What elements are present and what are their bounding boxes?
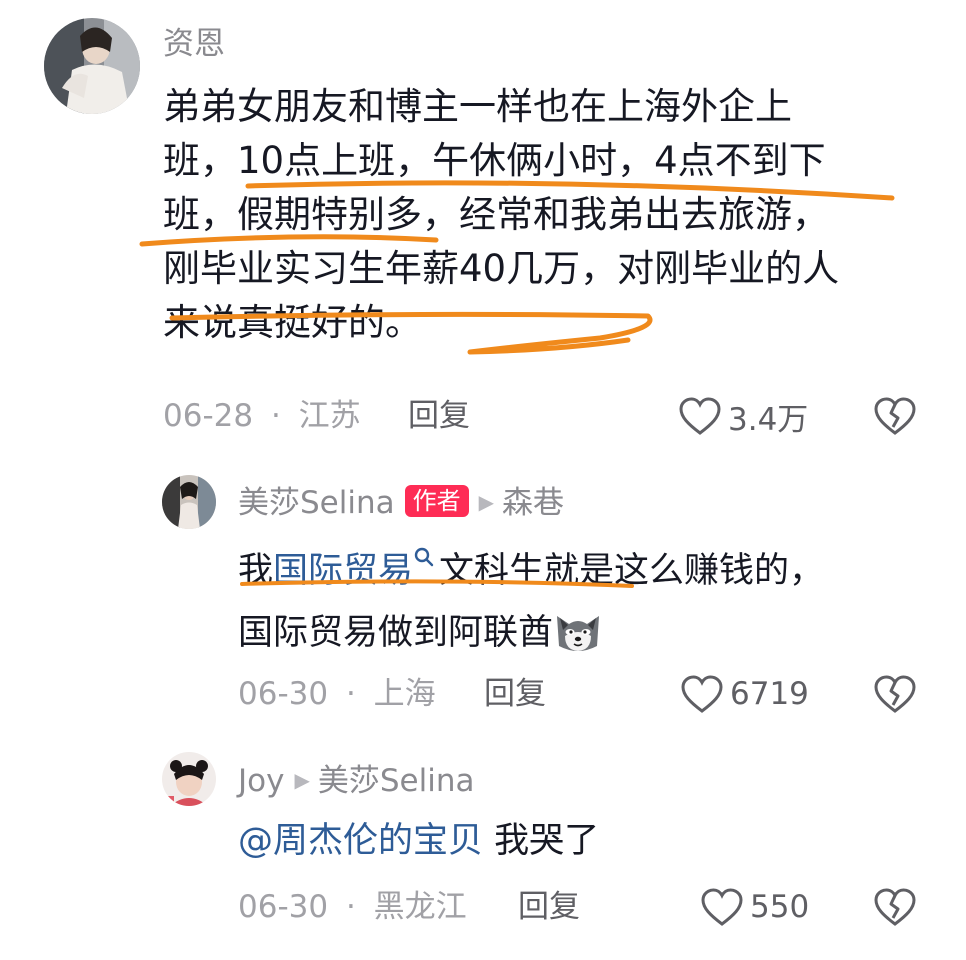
avatar-photo bbox=[162, 752, 216, 806]
search-keyword-link[interactable]: 国际贸易 bbox=[273, 551, 413, 591]
like-button[interactable]: 550 bbox=[700, 885, 809, 929]
wolf-dog-emoji bbox=[557, 616, 600, 651]
reply-button[interactable]: 回复 bbox=[518, 887, 580, 927]
dislike-button[interactable] bbox=[873, 396, 917, 440]
mention-link[interactable]: @周杰伦的宝贝 bbox=[238, 821, 483, 861]
avatar[interactable] bbox=[162, 475, 216, 529]
comment-meta: 06-28 · 江苏 bbox=[163, 396, 361, 436]
like-button[interactable]: 3.4万 bbox=[678, 394, 808, 438]
comment-text-line: 弟弟女朋友和博主一样也在上海外企上 bbox=[163, 85, 792, 128]
meta-separator: · bbox=[270, 398, 281, 434]
play-arrow-icon: ▶ bbox=[478, 490, 495, 514]
comment-location: 江苏 bbox=[298, 398, 361, 434]
comment-text-segment: 我哭了 bbox=[483, 821, 600, 861]
avatar-photo bbox=[162, 475, 216, 529]
reply-to-username[interactable]: 森巷 bbox=[502, 485, 564, 521]
comment-author-line: Joy ▶ 美莎Selina bbox=[238, 760, 474, 801]
search-icon[interactable] bbox=[413, 546, 435, 568]
comment-text-segment: 我 bbox=[238, 551, 274, 591]
comment-location: 黑龙江 bbox=[373, 889, 467, 925]
comment-date: 06-30 bbox=[238, 889, 329, 925]
comment-text: 弟弟女朋友和博主一样也在上海外企上 班，10点上班，午休俩小时，4点不到下 班，… bbox=[163, 80, 913, 350]
comment-text-line: 班，10点上班，午休俩小时，4点不到下 bbox=[163, 139, 826, 182]
comment-text-segment: 文科生就是这么赚钱的， bbox=[439, 551, 825, 591]
comment-text-line: 刚毕业实习生年薪40几万，对刚毕业的人 bbox=[163, 247, 840, 290]
comment-meta: 06-30 · 上海 bbox=[238, 674, 436, 714]
reply-button[interactable]: 回复 bbox=[484, 674, 546, 714]
comment-text-segment: 国际贸易做到阿联酋 bbox=[238, 613, 554, 653]
comment-text-line: 班，假期特别多，经常和我弟出去旅游， bbox=[163, 193, 829, 236]
like-button[interactable]: 6719 bbox=[680, 672, 809, 716]
reply-to-username[interactable]: 美莎Selina bbox=[318, 763, 475, 799]
comment-text-line: 来说真挺好的。 bbox=[163, 301, 422, 344]
dislike-button[interactable] bbox=[873, 674, 917, 718]
author-badge: 作者 bbox=[404, 485, 469, 517]
reply-button[interactable]: 回复 bbox=[408, 396, 470, 436]
like-count: 6719 bbox=[730, 676, 809, 712]
avatar[interactable] bbox=[44, 18, 140, 114]
comment-text: @周杰伦的宝贝 我哭了 bbox=[238, 816, 599, 866]
play-arrow-icon: ▶ bbox=[294, 768, 310, 792]
comment-author-line: 美莎Selina 作者 ▶ 森巷 bbox=[238, 482, 564, 523]
avatar-photo bbox=[44, 18, 140, 114]
like-count: 550 bbox=[750, 889, 810, 925]
comment-text: 我国际贸易 文科生就是这么赚钱的， 国际贸易做到阿联酋 bbox=[238, 540, 938, 664]
comment-location: 上海 bbox=[373, 676, 436, 712]
comment-text-line: 国际贸易做到阿联酋 bbox=[238, 602, 938, 664]
heart-outline-icon bbox=[701, 888, 743, 926]
meta-separator: · bbox=[345, 889, 356, 925]
comment-date: 06-28 bbox=[163, 398, 254, 434]
comment-meta: 06-30 · 黑龙江 bbox=[238, 887, 467, 927]
heart-outline-icon bbox=[681, 675, 723, 713]
comment-text-line: 我国际贸易 文科生就是这么赚钱的， bbox=[238, 540, 938, 602]
heart-outline-icon bbox=[679, 397, 721, 435]
comment-username[interactable]: 资恩 bbox=[163, 24, 225, 64]
comment-username[interactable]: Joy bbox=[238, 763, 284, 799]
avatar[interactable] bbox=[162, 752, 216, 806]
like-count: 3.4万 bbox=[728, 401, 809, 438]
meta-separator: · bbox=[345, 676, 356, 712]
dislike-button[interactable] bbox=[873, 887, 917, 931]
broken-heart-icon bbox=[874, 675, 916, 713]
broken-heart-icon bbox=[874, 397, 916, 435]
comment-date: 06-30 bbox=[238, 676, 329, 712]
comment-username[interactable]: 美莎Selina bbox=[238, 485, 395, 521]
broken-heart-icon bbox=[874, 888, 916, 926]
